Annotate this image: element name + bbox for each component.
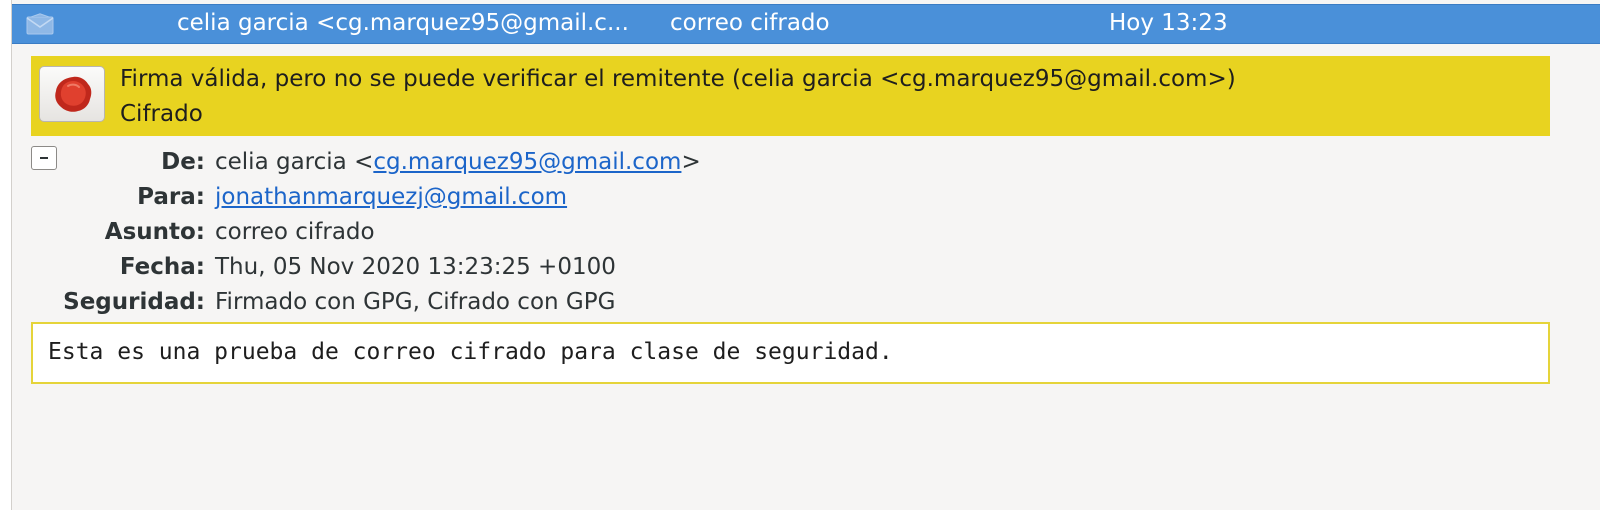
message-body-text: Esta es una prueba de correo cifrado par…: [48, 339, 893, 365]
header-from-email-link[interactable]: cg.marquez95@gmail.com: [373, 149, 681, 175]
email-viewer: celia garcia <cg.marquez95@gmail.c... co…: [0, 0, 1600, 510]
encryption-status-text: Cifrado: [120, 101, 203, 127]
header-security-label: Seguridad:: [63, 289, 205, 315]
header-to-label: Para:: [137, 184, 205, 210]
message-list-row-selected[interactable]: celia garcia <cg.marquez95@gmail.c... co…: [12, 4, 1600, 44]
envelope-icon: [26, 13, 54, 35]
message-date: Hoy 13:23: [1109, 10, 1228, 36]
header-security-value: Firmado con GPG, Cifrado con GPG: [215, 289, 616, 315]
header-to-email-link[interactable]: jonathanmarquezj@gmail.com: [215, 184, 567, 210]
header-from-label: De:: [161, 149, 205, 175]
signature-details-button[interactable]: [39, 66, 105, 122]
signature-status-text: Firma válida, pero no se puede verificar…: [120, 66, 1236, 92]
message-from: celia garcia <cg.marquez95@gmail.c...: [177, 10, 629, 36]
header-date-value: Thu, 05 Nov 2020 13:23:25 +0100: [215, 254, 616, 280]
header-from-name: celia garcia <: [215, 149, 374, 175]
header-subject-value: correo cifrado: [215, 219, 375, 245]
header-date-label: Fecha:: [119, 254, 205, 280]
header-from-suffix: >: [681, 149, 701, 175]
header-subject-label: Asunto:: [104, 219, 205, 245]
message-subject: correo cifrado: [670, 10, 830, 36]
message-body[interactable]: Esta es una prueba de correo cifrado par…: [31, 322, 1550, 384]
signature-status-banner: Firma válida, pero no se puede verificar…: [31, 56, 1550, 136]
wax-seal-icon: [55, 76, 92, 112]
header-from-value: celia garcia <cg.marquez95@gmail.com>: [215, 149, 701, 175]
